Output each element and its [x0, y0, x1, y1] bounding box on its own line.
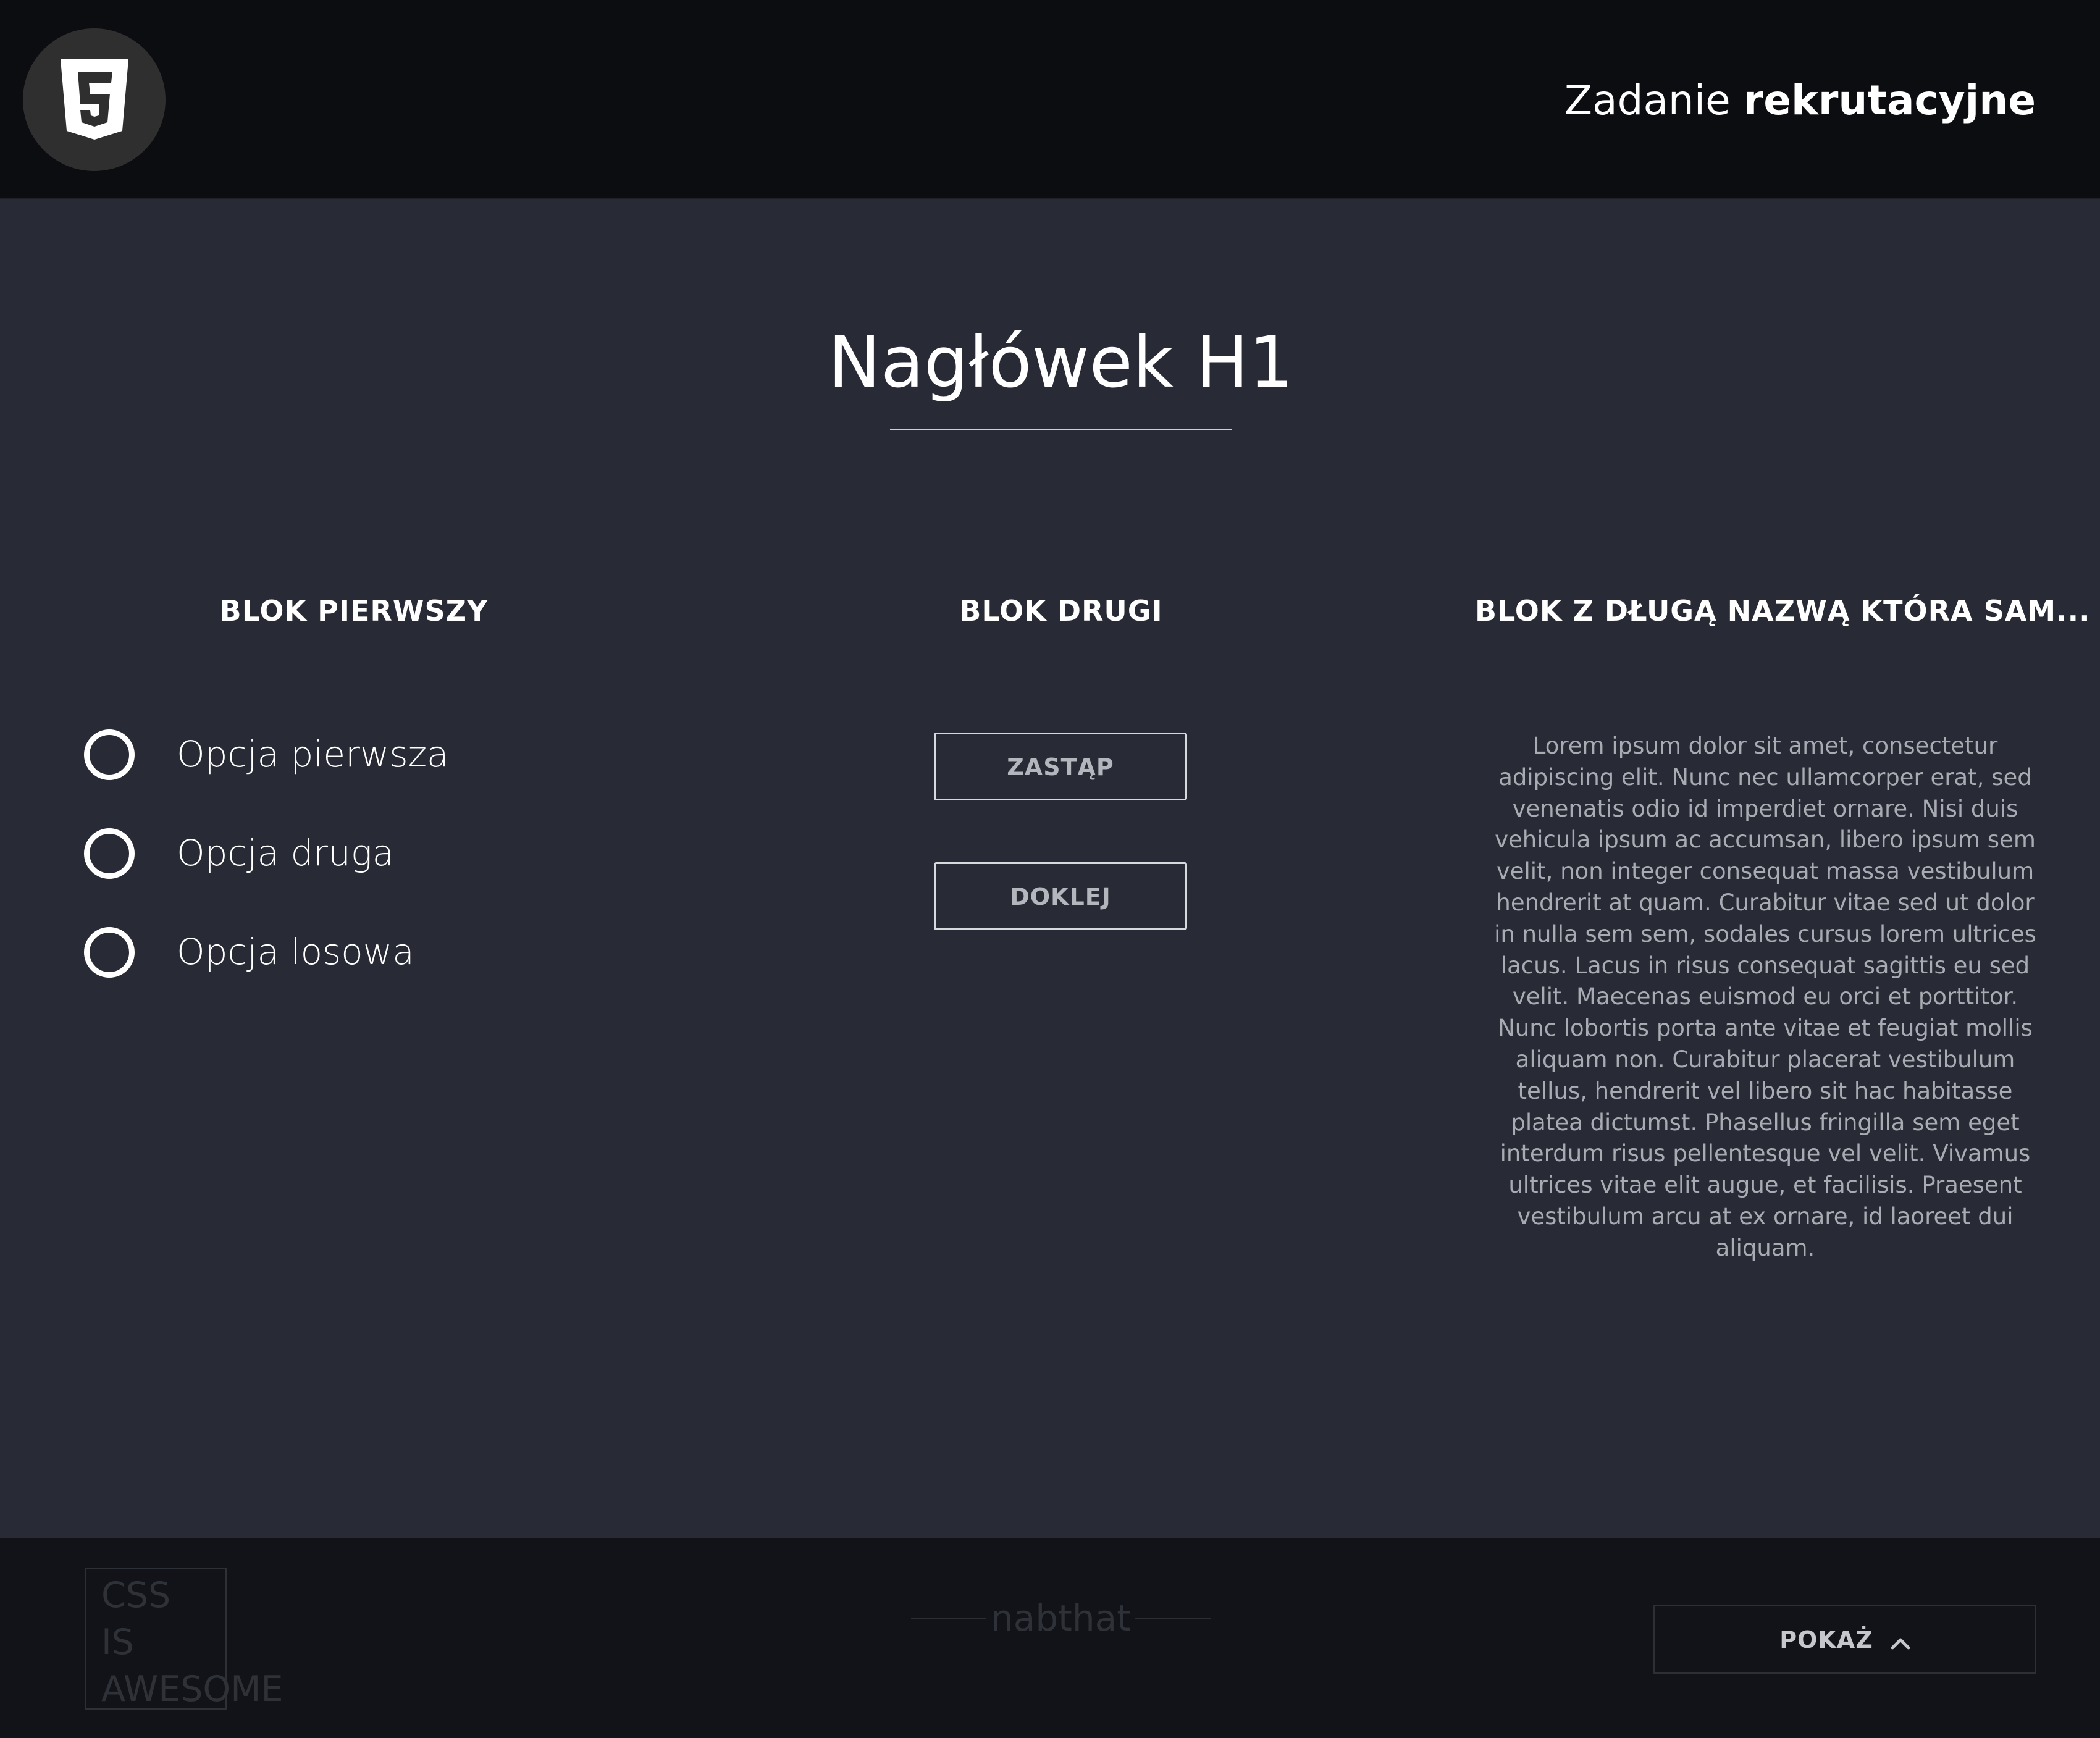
css-badge-text: CSS IS AWESOME — [101, 1572, 284, 1713]
chevron-up-icon — [1891, 1609, 1910, 1674]
css-badge-line: IS — [101, 1622, 134, 1663]
radio-label: Opcja pierwsza — [177, 733, 449, 775]
show-button[interactable]: POKAŻ — [1653, 1605, 2036, 1674]
author-signature: nabthat — [911, 1595, 1211, 1642]
radio-option-first[interactable]: Opcja pierwsza — [84, 729, 516, 791]
radio-option-second[interactable]: Opcja druga — [84, 828, 516, 890]
css-is-awesome-badge: CSS IS AWESOME — [85, 1568, 284, 1710]
top-header: Zadanie rekrutacyjne — [0, 0, 2100, 199]
paste-button[interactable]: DOKLEJ — [934, 862, 1187, 930]
block-two-title: BLOK DRUGI — [959, 594, 1163, 628]
block-one-title: BLOK PIERWSZY — [219, 594, 489, 628]
html5-shield-icon — [60, 59, 128, 140]
radio-circle[interactable] — [84, 729, 135, 780]
replace-button[interactable]: ZASTĄP — [934, 733, 1187, 800]
css-badge-line: CSS — [101, 1575, 171, 1616]
header-title-regular: Zadanie — [1564, 77, 1744, 124]
show-button-label: POKAŻ — [1779, 1626, 1873, 1653]
radio-option-random[interactable]: Opcja losowa — [84, 927, 516, 989]
block-three-text: Lorem ipsum dolor sit amet, consectetur … — [1494, 733, 2036, 1261]
header-title-bold: rekrutacyjne — [1743, 77, 2036, 124]
css-badge-line: AWESOME — [101, 1669, 284, 1710]
radio-circle[interactable] — [84, 828, 135, 879]
block-three-title: BLOK Z DŁUGĄ NAZWĄ KTÓRA SAM... — [1475, 594, 2091, 628]
footer: CSS IS AWESOME nabthat POKAŻ — [0, 1538, 2100, 1738]
radio-circle[interactable] — [84, 927, 135, 978]
signature-line-right — [1135, 1618, 1211, 1619]
radio-label: Opcja losowa — [177, 931, 414, 973]
logo[interactable] — [23, 28, 166, 171]
page-title: Nagłówek H1 — [828, 321, 1294, 403]
radio-label: Opcja druga — [177, 832, 395, 874]
heading-divider — [890, 429, 1232, 430]
header-title: Zadanie rekrutacyjne — [1564, 73, 2036, 128]
